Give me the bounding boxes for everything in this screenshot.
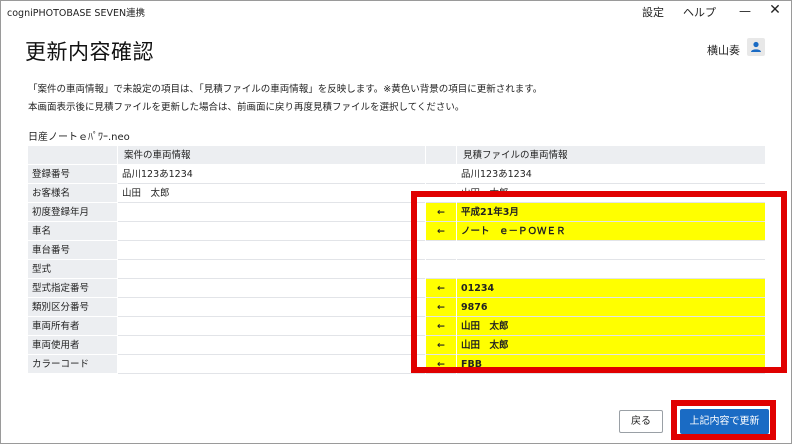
description-line-2: 本画面表示後に見積ファイルを更新した場合は、前画面に戻り再度見積ファイルを選択し… [28, 102, 465, 113]
row-label: お客様名 [28, 184, 117, 203]
row-label: 初度登録年月 [28, 203, 117, 222]
row-label: 車名 [28, 222, 117, 241]
case-value [118, 298, 425, 317]
row-label: 型式指定番号 [28, 279, 117, 298]
case-value [118, 222, 425, 241]
case-value [118, 336, 425, 355]
case-value: 山田 太郎 [118, 184, 425, 203]
estimate-value: 品川123あ1234 [457, 165, 765, 184]
row-label: カラーコード [28, 355, 117, 374]
estimate-file-name: 日産ノートｅﾊﾟﾜｰ.neo [28, 132, 130, 143]
case-value [118, 317, 425, 336]
user-avatar-icon[interactable] [747, 38, 765, 56]
annotation-button-frame [671, 400, 776, 440]
row-label: 車台番号 [28, 241, 117, 260]
minimize-icon[interactable]: — [737, 3, 753, 19]
header-case-vehicle-info: 案件の車両情報 [118, 146, 425, 165]
back-button[interactable]: 戻る [619, 410, 663, 433]
row-label: 車両使用者 [28, 336, 117, 355]
settings-menu[interactable]: 設定 [642, 4, 664, 20]
annotation-highlight-frame [411, 191, 787, 373]
case-value [118, 241, 425, 260]
case-value [118, 279, 425, 298]
header-label [28, 146, 117, 165]
app-title: cogniPHOTOBASE SEVEN連携 [7, 8, 146, 19]
title-bar: cogniPHOTOBASE SEVEN連携 設定 ヘルプ — ✕ [1, 1, 791, 21]
table-header-row: 案件の車両情報 見積ファイルの車両情報 [28, 146, 765, 165]
table-row: 登録番号 品川123あ1234 品川123あ1234 [28, 165, 765, 184]
close-icon[interactable]: ✕ [767, 2, 783, 18]
header-estimate-vehicle-info: 見積ファイルの車両情報 [457, 146, 765, 165]
help-menu[interactable]: ヘルプ [683, 4, 716, 20]
user-name: 横山奏 [707, 44, 740, 57]
row-label: 車両所有者 [28, 317, 117, 336]
arrow-left-icon [426, 165, 456, 184]
row-label: 型式 [28, 260, 117, 279]
row-label: 類別区分番号 [28, 298, 117, 317]
row-label: 登録番号 [28, 165, 117, 184]
page-title: 更新内容確認 [25, 40, 154, 64]
case-value [118, 203, 425, 222]
case-value: 品川123あ1234 [118, 165, 425, 184]
header-arrow [426, 146, 456, 165]
description-line-1: 「案件の車両情報」で未設定の項目は、「見積ファイルの車両情報」を反映します。※黄… [28, 84, 543, 95]
case-value [118, 355, 425, 374]
case-value [118, 260, 425, 279]
